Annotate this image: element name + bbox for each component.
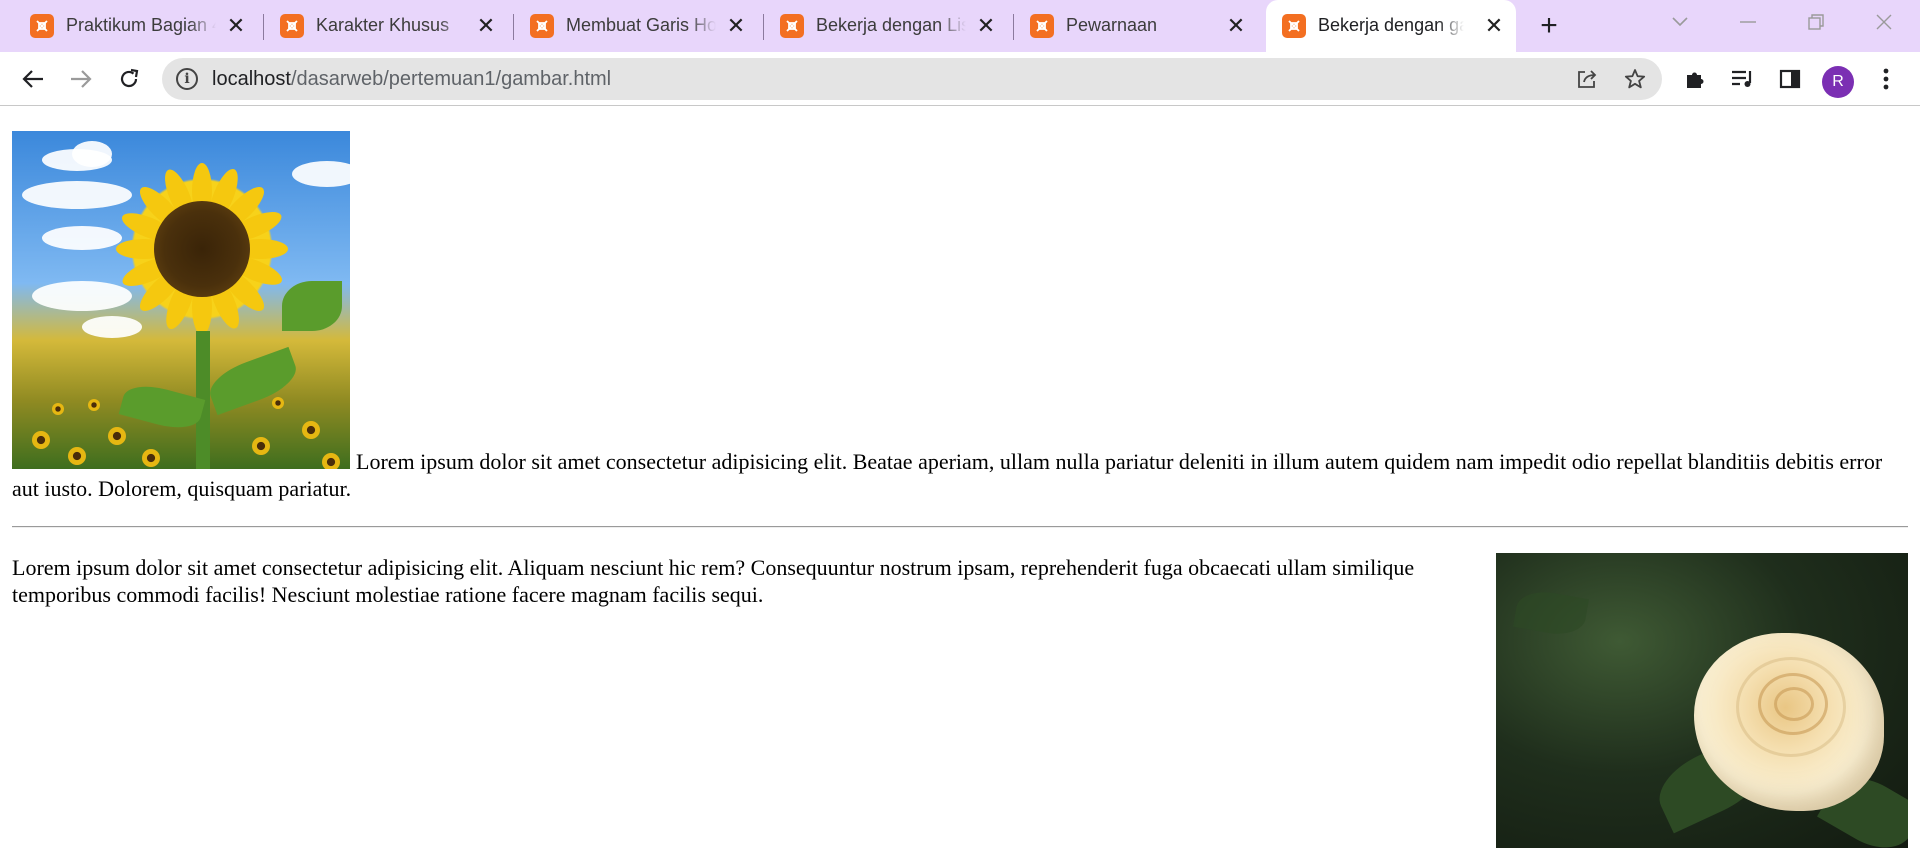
close-icon[interactable]: ✕ [224, 14, 248, 38]
side-panel-icon[interactable] [1771, 60, 1809, 98]
tab-bekerja-gambar[interactable]: Bekerja dengan gambar ✕ [1266, 0, 1516, 52]
close-icon[interactable]: ✕ [474, 14, 498, 38]
site-info-icon[interactable]: i [176, 68, 198, 90]
horizontal-rule [12, 526, 1908, 528]
share-icon[interactable] [1572, 64, 1602, 94]
url-host: localhost [212, 68, 291, 90]
tab-pewarnaan[interactable]: Pewarnaan ✕ [1000, 0, 1264, 52]
reload-icon[interactable] [110, 60, 148, 98]
back-arrow-icon[interactable] [14, 60, 52, 98]
tab-bekerja-list[interactable]: Bekerja dengan List ✕ [750, 0, 1014, 52]
tab-search-chevron-icon[interactable] [1662, 8, 1698, 36]
more-menu-icon[interactable] [1867, 60, 1905, 98]
window-close-icon[interactable] [1866, 8, 1902, 36]
media-queue-icon[interactable] [1724, 60, 1762, 98]
url-text[interactable]: localhost/dasarweb/pertemuan1/gambar.htm… [212, 68, 611, 91]
xampp-favicon-icon [780, 14, 804, 38]
paragraph-2-text: Lorem ipsum dolor sit amet consectetur a… [12, 555, 1415, 607]
xampp-favicon-icon [530, 14, 554, 38]
tab-praktikum[interactable]: Praktikum Bagian 4 ✕ [0, 0, 264, 52]
tab-title: Pewarnaan [1066, 15, 1158, 35]
tab-karakter-khusus[interactable]: Karakter Khusus ✕ [250, 0, 514, 52]
xampp-favicon-icon [280, 14, 304, 38]
forward-arrow-icon[interactable] [62, 60, 100, 98]
profile-avatar[interactable]: R [1822, 66, 1854, 98]
restore-icon[interactable] [1798, 8, 1834, 36]
paragraph-with-left-image: Lorem ipsum dolor sit amet consectetur a… [12, 131, 1910, 502]
address-bar[interactable]: i localhost/dasarweb/pertemuan1/gambar.h… [162, 58, 1662, 100]
url-path: /dasarweb/pertemuan1/gambar.html [290, 68, 612, 90]
close-icon[interactable]: ✕ [1482, 14, 1506, 38]
close-icon[interactable]: ✕ [974, 14, 998, 38]
bookmark-star-icon[interactable] [1620, 64, 1650, 94]
tab-title: Membuat Garis Horizontal [566, 15, 716, 35]
tab-title: Bekerja dengan gambar [1318, 15, 1464, 35]
xampp-favicon-icon [1030, 14, 1054, 38]
close-icon[interactable]: ✕ [724, 14, 748, 38]
browser-toolbar: i localhost/dasarweb/pertemuan1/gambar.h… [0, 52, 1920, 106]
extensions-puzzle-icon[interactable] [1676, 60, 1714, 98]
sunflower-image [12, 131, 350, 469]
page-content: Lorem ipsum dolor sit amet consectetur a… [0, 107, 1920, 848]
rose-image [1496, 553, 1908, 848]
xampp-favicon-icon [30, 14, 54, 38]
close-icon[interactable]: ✕ [1224, 14, 1248, 38]
tab-title: Praktikum Bagian 4 [66, 15, 216, 35]
tab-title: Karakter Khusus [316, 15, 450, 35]
new-tab-button[interactable]: + [1531, 8, 1567, 44]
tab-strip: Praktikum Bagian 4 ✕ Karakter Khusus ✕ M… [0, 0, 1920, 52]
xampp-favicon-icon [1282, 14, 1306, 38]
tab-title: Bekerja dengan List [816, 15, 966, 35]
tab-membuat-garis[interactable]: Membuat Garis Horizontal ✕ [500, 0, 764, 52]
minimize-icon[interactable] [1730, 8, 1766, 36]
